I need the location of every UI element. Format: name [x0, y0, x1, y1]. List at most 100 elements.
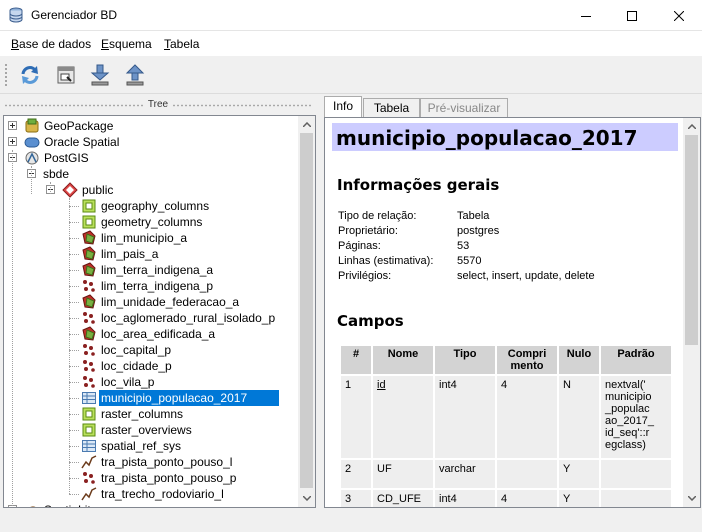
fields-table: # Nome Tipo Compri mento Nulo Padrão 1 id… — [339, 344, 673, 507]
scroll-down-button[interactable] — [298, 490, 315, 507]
column-header: Tipo — [435, 346, 495, 374]
tree-connector — [69, 222, 79, 223]
tree-connector — [69, 286, 79, 287]
cell-number: 1 — [341, 376, 371, 458]
tree-connector — [69, 446, 79, 447]
expand-toggle-plus-icon[interactable] — [8, 137, 17, 146]
close-button[interactable] — [656, 0, 702, 31]
tree-item[interactable]: raster_columns — [4, 406, 299, 422]
menu-esquema[interactable]: Esquema — [101, 37, 152, 51]
tree-item[interactable]: loc_capital_p — [4, 342, 299, 358]
scroll-thumb[interactable] — [300, 133, 313, 488]
tree-item-label: lim_terra_indigena_a — [101, 263, 214, 277]
tree-item[interactable]: GeoPackage — [4, 118, 299, 134]
view-icon — [82, 199, 96, 213]
tree-item[interactable]: lim_municipio_a — [4, 230, 299, 246]
menu-mnemonic: E — [101, 37, 110, 51]
sql-window-icon — [57, 66, 75, 84]
maximize-button[interactable] — [609, 0, 655, 31]
tree-item[interactable]: tra_pista_ponto_pouso_l — [4, 454, 299, 470]
menu-mnemonic: B — [11, 37, 20, 51]
object-title: municipio_populacao_2017 — [332, 123, 678, 151]
tree-item-label: lim_terra_indigena_p — [101, 279, 214, 293]
tab-info[interactable]: Info — [324, 96, 362, 118]
tree-item[interactable]: lim_terra_indigena_a — [4, 262, 299, 278]
tree-item-label: geometry_columns — [101, 215, 203, 229]
cell-number: 3 — [341, 490, 371, 507]
tree-item-label: loc_cidade_p — [101, 359, 172, 373]
scroll-up-button[interactable] — [683, 118, 700, 135]
tree-item[interactable]: spatial_ref_sys — [4, 438, 299, 454]
tree-connector — [69, 254, 79, 255]
tree-item[interactable]: tra_pista_ponto_pouso_p — [4, 470, 299, 486]
tree-item-label: Oracle Spatial — [44, 135, 120, 149]
tree-item[interactable]: SpatiaLite — [4, 502, 299, 507]
cell-nullable: Y — [559, 460, 599, 488]
polygon-layer-icon — [82, 230, 96, 245]
info-vertical-scrollbar[interactable] — [683, 118, 700, 507]
database-tree[interactable]: GeoPackage Oracle Spatial PostGIS sbde publi… — [3, 115, 316, 508]
chevron-down-icon — [302, 496, 311, 501]
dock-grip — [172, 104, 312, 107]
scroll-up-button[interactable] — [298, 116, 315, 133]
tab-tabela[interactable]: Tabela — [363, 98, 420, 117]
tree-item[interactable]: sbde — [4, 166, 299, 182]
point-layer-icon — [83, 344, 95, 356]
line-layer-icon — [81, 487, 97, 501]
tree-item[interactable]: loc_aglomerado_rural_isolado_p — [4, 310, 299, 326]
tree-item[interactable]: lim_terra_indigena_p — [4, 278, 299, 294]
kv-label: Linhas (estimativa): — [338, 255, 434, 267]
tree-item-label: lim_pais_a — [101, 247, 159, 261]
tree-item-label: raster_overviews — [101, 423, 192, 437]
tree-connector — [69, 366, 79, 367]
tree-item[interactable]: PostGIS — [4, 150, 299, 166]
tree-item[interactable]: lim_pais_a — [4, 246, 299, 262]
default-line: ao_2017_ — [605, 415, 654, 427]
info-panel: municipio_populacao_2017 Informações ger… — [324, 117, 701, 508]
sql-window-button[interactable] — [53, 62, 79, 88]
polygon-layer-icon — [82, 262, 96, 277]
menu-tabela[interactable]: Tabela — [164, 37, 199, 51]
table-row: 2 UF varchar Y — [341, 460, 671, 488]
tree-item-label: sbde — [43, 167, 70, 181]
table-header-row: # Nome Tipo Compri mento Nulo Padrão — [341, 346, 671, 374]
tree-item[interactable]: loc_cidade_p — [4, 358, 299, 374]
tree-item[interactable]: geography_columns — [4, 198, 299, 214]
cell-number: 2 — [341, 460, 371, 488]
toolbar — [0, 56, 702, 94]
tree-item[interactable]: lim_unidade_federacao_a — [4, 294, 299, 310]
postgis-icon — [25, 151, 39, 165]
tree-item[interactable]: municipio_populacao_2017 — [4, 390, 299, 406]
minimize-button[interactable] — [563, 0, 609, 31]
tree-vertical-scrollbar[interactable] — [298, 116, 315, 507]
import-button[interactable] — [87, 62, 113, 88]
kv-value: Tabela — [457, 210, 490, 222]
tree-connector — [69, 398, 79, 399]
tree-connector — [69, 270, 79, 271]
cell-default — [601, 490, 671, 507]
tree-item[interactable]: loc_vila_p — [4, 374, 299, 390]
tree-item[interactable]: public — [4, 182, 299, 198]
polygon-layer-icon — [82, 246, 96, 261]
tree-item[interactable]: loc_area_edificada_a — [4, 326, 299, 342]
tree-item[interactable]: tra_trecho_rodoviario_l — [4, 486, 299, 502]
title-bar: Gerenciador BD — [0, 0, 702, 31]
tree-connector — [69, 430, 79, 431]
tree-item[interactable]: geometry_columns — [4, 214, 299, 230]
menu-bar: Base de dados Esquema Tabela — [0, 31, 702, 56]
tree-item[interactable]: raster_overviews — [4, 422, 299, 438]
export-button[interactable] — [122, 62, 148, 88]
expand-toggle-plus-icon[interactable] — [8, 121, 17, 130]
toolbar-grip[interactable] — [4, 63, 8, 87]
tree-item-label: tra_pista_ponto_pouso_p — [101, 471, 237, 485]
tree-item[interactable]: Oracle Spatial — [4, 134, 299, 150]
menu-base-de-dados[interactable]: Base de dados — [11, 37, 91, 51]
table-row: 1 id int4 4 N nextval(' municipio _populac… — [341, 376, 671, 458]
menu-label: abela — [170, 37, 200, 51]
scroll-thumb[interactable] — [685, 135, 698, 345]
refresh-button[interactable] — [17, 62, 43, 88]
pane-splitter[interactable] — [316, 96, 322, 532]
dock-grip — [4, 104, 144, 107]
scroll-down-button[interactable] — [683, 490, 700, 507]
tree-connector — [69, 478, 79, 479]
